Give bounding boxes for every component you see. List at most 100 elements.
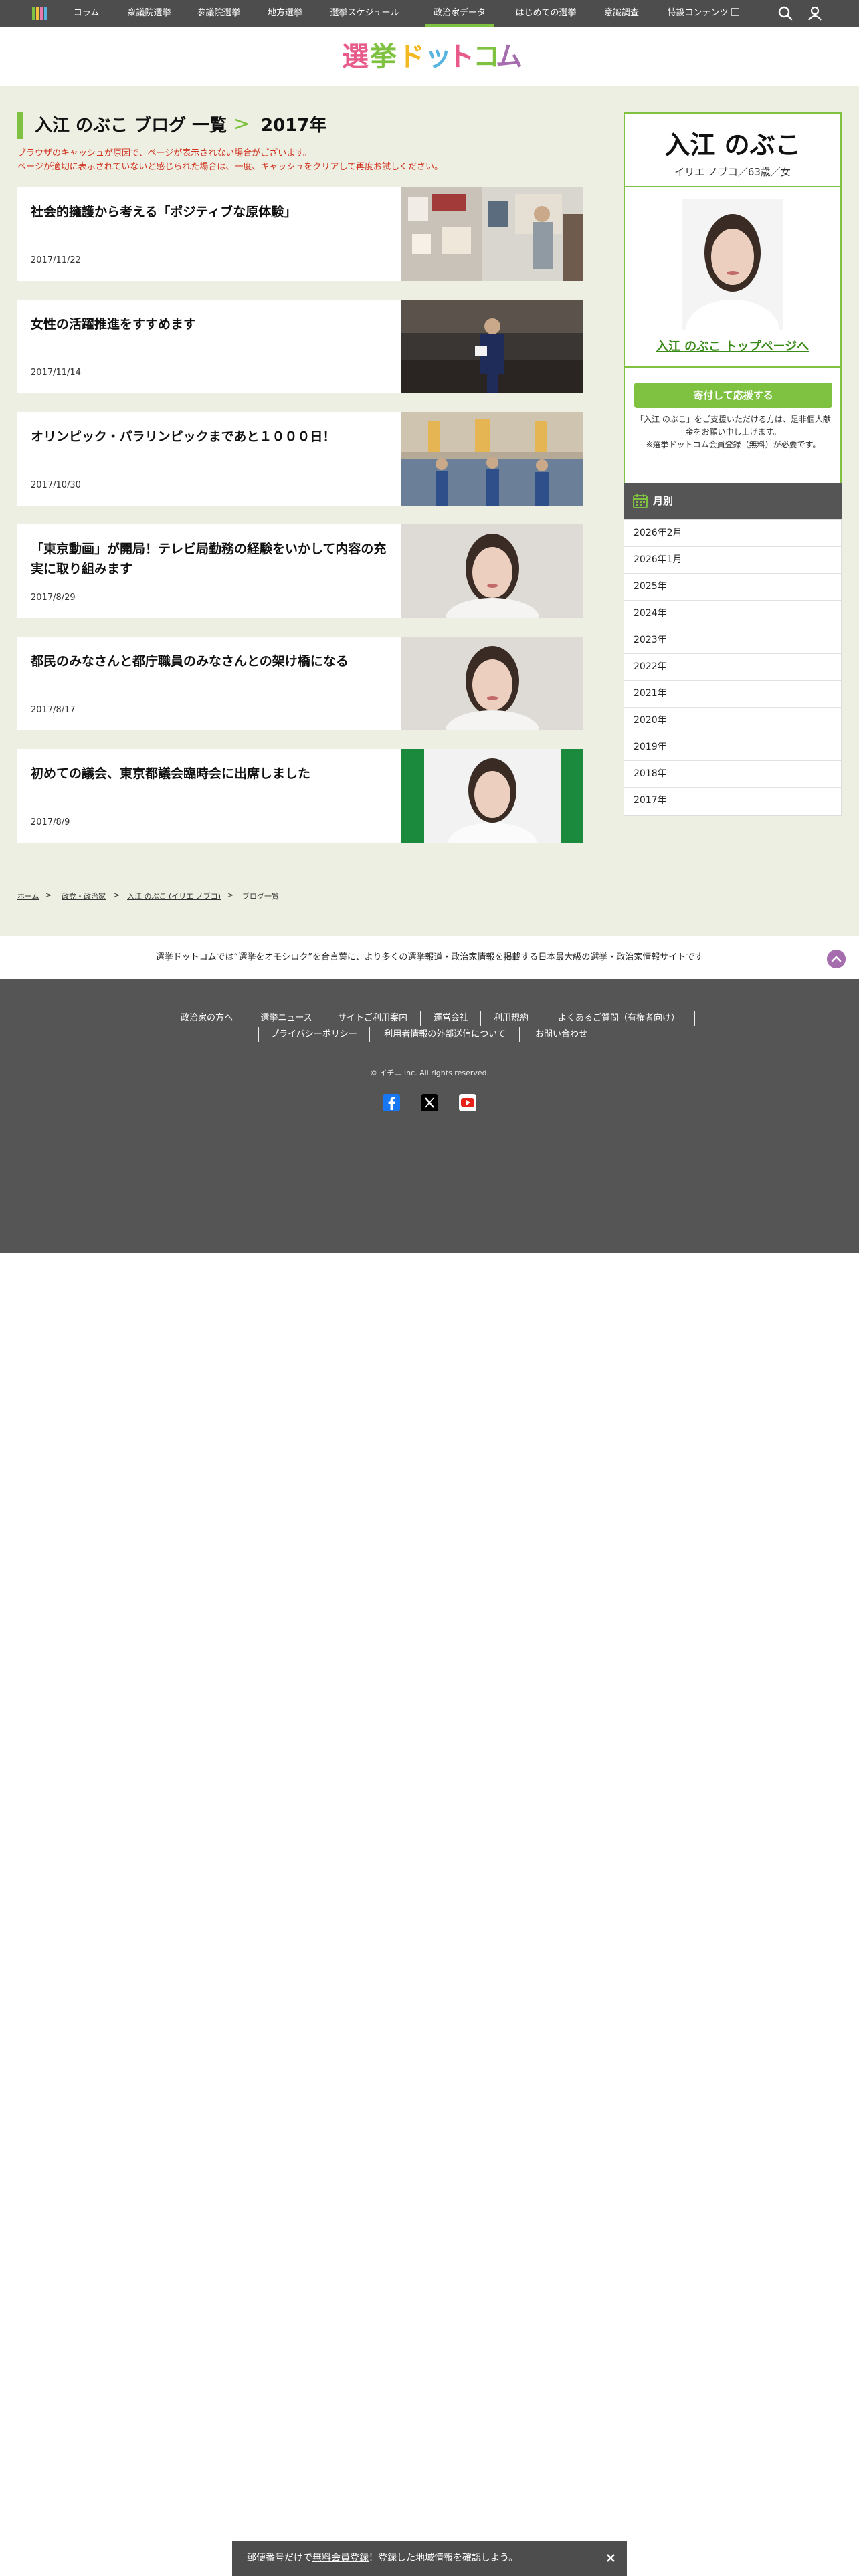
- archive-link-2018[interactable]: 2018年: [624, 760, 841, 788]
- free-registration-link[interactable]: 無料会員登録: [312, 2553, 369, 2563]
- breadcrumb-current: ブログ一覧: [242, 892, 279, 901]
- archive-link-2019[interactable]: 2019年: [624, 734, 841, 761]
- facebook-icon[interactable]: [381, 1093, 401, 1113]
- copyright: © イチニ Inc. All rights reserved.: [369, 1069, 490, 1077]
- footer-divider: [480, 1011, 481, 1026]
- blog-post-title: 女性の活躍推進をすすめます: [31, 317, 197, 332]
- footer-link-contact[interactable]: お問い合わせ: [524, 1027, 598, 1042]
- calendar-icon: [633, 494, 648, 508]
- archive-link-2020[interactable]: 2020年: [624, 707, 841, 734]
- blog-post-date: 2017/8/17: [31, 705, 76, 715]
- site-logo[interactable]: 選 挙 ド ッ ト コ ム: [342, 41, 522, 72]
- breadcrumb-separator: >: [114, 891, 120, 899]
- title-chevron-icon: >: [233, 112, 250, 136]
- blog-post-date: 2017/11/14: [31, 368, 81, 378]
- blog-post-card[interactable]: オリンピック・パラリンピックまであと１０００日！ 2017/10/30: [17, 412, 583, 506]
- monthly-archive-heading: 月別: [624, 483, 842, 519]
- blog-post-card[interactable]: 初めての議会、東京都議会臨時会に出席しました 2017/8/9: [17, 749, 583, 843]
- site-tagline-band: 選挙ドットコムでは“選挙をオモシロク”を合言葉に、より多くの選挙報道・政治家情報…: [0, 936, 859, 979]
- close-icon[interactable]: [603, 2550, 619, 2566]
- donation-line-1: 「入江 のぶこ」をご支援いただける方は、是非個人献: [636, 415, 831, 424]
- donation-line-2: 金をお願い申し上げます。: [685, 427, 781, 437]
- politician-top-page-link[interactable]: 入江 のぶこ トップページへ: [625, 337, 840, 354]
- archive-link-2021[interactable]: 2021年: [624, 680, 841, 708]
- blog-post-card[interactable]: 女性の活躍推進をすすめます 2017/11/14: [17, 300, 583, 393]
- nav-item-special[interactable]: 特設コンテンツ: [661, 0, 745, 27]
- footer-link-privacy[interactable]: プライバシーポリシー: [264, 1027, 364, 1042]
- nav-item-first-election[interactable]: はじめての選挙: [507, 0, 585, 27]
- blog-post-date: 2017/8/9: [31, 817, 70, 827]
- blog-post-thumbnail: [401, 637, 583, 730]
- footer-link-politicians[interactable]: 政治家の方へ: [170, 1011, 244, 1026]
- registration-prompt-bar: 郵便番号だけで無料会員登録！登録した地域情報を確認しよう。: [232, 2541, 627, 2576]
- blog-post-card[interactable]: 「東京動画」が開局！テレビ局勤務の経験をいかして内容の充実に取り組みます 201…: [17, 524, 583, 618]
- nav-item-schedule[interactable]: 選挙スケジュール: [321, 0, 408, 27]
- politician-photo: [682, 199, 783, 330]
- breadcrumb-parties[interactable]: 政党・政治家: [62, 891, 106, 901]
- footer-link-external-transmission[interactable]: 利用者情報の外部送信について: [375, 1027, 515, 1042]
- footer-link-news[interactable]: 選挙ニュース: [253, 1011, 320, 1026]
- x-icon[interactable]: [419, 1093, 440, 1113]
- blog-post-date: 2017/8/29: [31, 593, 76, 603]
- archive-link-2023[interactable]: 2023年: [624, 627, 841, 654]
- blog-post-date: 2017/11/22: [31, 255, 81, 265]
- footer-link-faq[interactable]: よくあるご質問（有権者向け）: [546, 1011, 692, 1026]
- blog-post-card[interactable]: 社会的擁護から考える「ポジティブな原体験」 2017/11/22: [17, 187, 583, 281]
- site-header: 選 挙 ド ッ ト コ ム: [0, 27, 859, 86]
- archive-link-2026-02[interactable]: 2026年2月: [624, 520, 841, 547]
- blog-post-thumbnail: [401, 187, 583, 281]
- search-icon[interactable]: [776, 4, 795, 23]
- donation-panel: 寄付して応援する 「入江 のぶこ」をご支援いただける方は、是非個人献 金をお願い…: [624, 368, 842, 484]
- blog-post-date: 2017/10/30: [31, 480, 81, 490]
- user-icon[interactable]: [805, 4, 824, 23]
- nav-item-survey[interactable]: 意識調査: [597, 0, 646, 27]
- scroll-to-top-icon[interactable]: [827, 950, 846, 968]
- nav-item-house-election[interactable]: 衆議院選挙: [119, 0, 179, 27]
- blog-post-thumbnail: [401, 300, 583, 393]
- site-footer: 政治家の方へ 選挙ニュース サイトご利用案内 運営会社 利用規約 よくあるご質問…: [0, 979, 859, 1253]
- nav-item-local-election[interactable]: 地方選挙: [258, 0, 312, 27]
- breadcrumb-separator: >: [227, 891, 234, 899]
- footer-link-company[interactable]: 運営会社: [425, 1011, 476, 1026]
- politician-name: 入江 のぶこ: [664, 130, 801, 160]
- blog-post-title: 初めての議会、東京都議会臨時会に出席しました: [31, 766, 311, 781]
- politician-kana-age-gender: イリエ ノブコ／63歳／女: [674, 166, 791, 178]
- breadcrumb-home[interactable]: ホーム: [17, 891, 39, 901]
- youtube-icon[interactable]: [458, 1093, 478, 1113]
- site-mark-icon[interactable]: [32, 7, 48, 20]
- monthly-archive-label: 月別: [653, 495, 674, 507]
- archive-link-2025[interactable]: 2025年: [624, 573, 841, 601]
- breadcrumb-politician[interactable]: 入江 のぶこ (イリエ ノブコ): [127, 891, 221, 901]
- nav-item-politician-data[interactable]: 政治家データ: [425, 0, 494, 27]
- footer-link-terms[interactable]: 利用規約: [486, 1011, 537, 1026]
- archive-link-2026-01[interactable]: 2026年1月: [624, 546, 841, 574]
- donate-button[interactable]: 寄付して応援する: [634, 383, 832, 408]
- monthly-archive-list: 2026年2月 2026年1月 2025年 2024年 2023年 2022年 …: [624, 519, 842, 816]
- blog-post-thumbnail: [401, 412, 583, 506]
- blog-post-thumbnail: [401, 524, 583, 618]
- nav-item-column[interactable]: コラム: [63, 0, 110, 27]
- footer-divider: [519, 1027, 520, 1042]
- profile-divider: [625, 186, 840, 187]
- blog-post-title: 「東京動画」が開局！テレビ局勤務の経験をいかして内容の充実に取り組みます: [31, 542, 387, 576]
- blog-post-thumbnail: [401, 749, 583, 843]
- footer-link-guide[interactable]: サイトご利用案内: [329, 1011, 416, 1026]
- nav-item-councillors-election[interactable]: 参議院選挙: [189, 0, 249, 27]
- page-title: 入江 のぶこ ブログ 一覧: [35, 116, 227, 136]
- page-title-year: 2017年: [261, 116, 327, 136]
- cache-notice-line-1: ブラウザのキャッシュが原因で、ページが表示されない場合がございます。: [17, 148, 312, 158]
- archive-link-2024[interactable]: 2024年: [624, 600, 841, 627]
- archive-link-2017[interactable]: 2017年: [624, 787, 841, 815]
- footer-divider: [369, 1027, 370, 1042]
- blog-post-title: 都民のみなさんと都庁職員のみなさんとの架け橋になる: [31, 654, 349, 669]
- archive-link-2022[interactable]: 2022年: [624, 653, 841, 681]
- title-accent-bar: [17, 112, 23, 139]
- top-navigation: コラム 衆議院選挙 参議院選挙 地方選挙 選挙スケジュール 政治家データ はじめ…: [0, 0, 859, 27]
- site-tagline: 選挙ドットコムでは“選挙をオモシロク”を合言葉に、より多くの選挙報道・政治家情報…: [155, 952, 704, 962]
- nav-item-special-label: 特設コンテンツ: [667, 8, 729, 18]
- blog-post-title: オリンピック・パラリンピックまであと１０００日！: [31, 429, 336, 444]
- blog-post-card[interactable]: 都民のみなさんと都庁職員のみなさんとの架け橋になる 2017/8/17: [17, 637, 583, 730]
- registration-prompt-prefix: 郵便番号だけで: [247, 2553, 312, 2563]
- footer-divider: [420, 1011, 421, 1026]
- politician-profile-card: 入江 のぶこ イリエ ノブコ／63歳／女 入江 のぶこ トップページへ: [624, 112, 842, 368]
